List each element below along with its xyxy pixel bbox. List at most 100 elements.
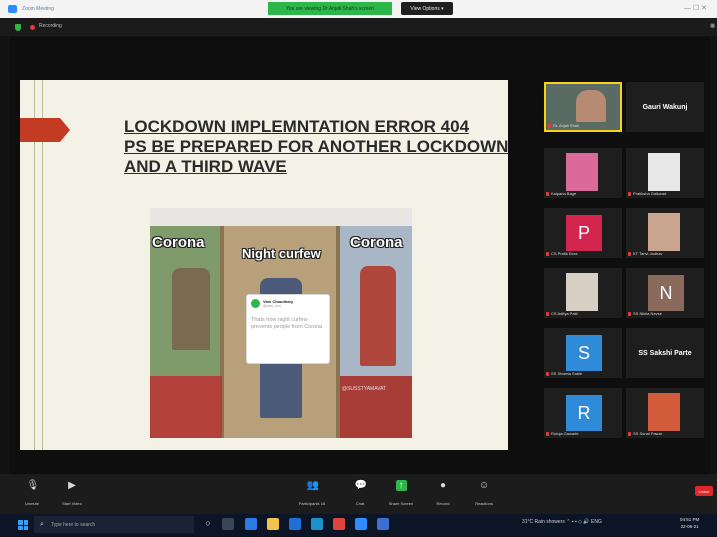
mic-muted-icon bbox=[546, 191, 549, 196]
participant-name: SS Sonal Pawar bbox=[633, 431, 663, 436]
share-screen-icon: ↑ bbox=[395, 480, 407, 491]
participant-avatar: N bbox=[648, 275, 684, 311]
participant-photo bbox=[648, 153, 680, 191]
recording-label: Recording bbox=[39, 23, 62, 29]
participant-name: Pratiksha Gaikwad bbox=[633, 191, 667, 196]
taskbar-clock[interactable]: 04:51 PM 22-06-21 bbox=[680, 516, 699, 530]
windows-start-icon[interactable] bbox=[18, 520, 28, 530]
view-options-button[interactable]: View Options ▾ bbox=[401, 2, 453, 15]
participant-name: Gauri Wakunj bbox=[642, 103, 688, 111]
slide-title-line-2: PS BE PREPARED FOR ANOTHER LOCKDOWN bbox=[124, 137, 508, 156]
participant-photo bbox=[648, 213, 680, 251]
chat-button[interactable]: 💬 Chat bbox=[340, 480, 380, 506]
record-button[interactable]: ● Record bbox=[423, 480, 463, 506]
participant-name: KT Tanvi Jadhav bbox=[633, 251, 663, 256]
participant-name: CS Pratik Bora bbox=[551, 251, 578, 256]
participant-tile[interactable]: N SS Nikita Nevse bbox=[626, 268, 704, 318]
mic-muted-icon bbox=[628, 191, 631, 196]
recording-dot-icon bbox=[30, 25, 35, 30]
participant-tile[interactable]: SS Sakshi Parte bbox=[626, 328, 704, 378]
share-screen-button[interactable]: ↑ Share Screen bbox=[381, 480, 421, 506]
participant-tile[interactable]: Kalpana Bage bbox=[544, 148, 622, 198]
chat-icon: 💬 bbox=[354, 480, 367, 491]
participant-tile[interactable]: Dr. Anjali Shah bbox=[544, 82, 622, 132]
mic-muted-icon bbox=[628, 311, 631, 316]
unmute-button[interactable]: 🎙 Unmute bbox=[12, 480, 52, 506]
participant-tile[interactable]: S SS Shweta Sable bbox=[544, 328, 622, 378]
meme-watermark: @SUSSTYAMAVAT bbox=[342, 386, 387, 392]
zoom-app-icon bbox=[8, 5, 17, 13]
mic-muted-icon bbox=[548, 123, 551, 128]
participants-button[interactable]: 👥 Participants 16 bbox=[292, 480, 332, 506]
screen-share-banner: You are viewing Dr Anjali Shah's screen bbox=[268, 2, 392, 15]
participant-tile[interactable]: Pratiksha Gaikwad bbox=[626, 148, 704, 198]
shared-slide: LOCKDOWN IMPLEMNTATION ERROR 404 PS BE P… bbox=[20, 80, 508, 450]
slide-title-line-3: AND A THIRD WAVE bbox=[124, 157, 287, 176]
tweet-handle: @vani_chd bbox=[263, 304, 281, 308]
slide-accent-arrow bbox=[20, 118, 70, 142]
participant-avatar: R bbox=[566, 395, 602, 431]
smiley-icon: ☺ bbox=[478, 480, 490, 491]
edge-browser-icon[interactable] bbox=[311, 518, 323, 530]
participant-name: SS Sakshi Parte bbox=[638, 349, 692, 357]
tweet-avatar bbox=[251, 299, 260, 308]
mic-muted-icon bbox=[628, 251, 631, 256]
language-indicator[interactable]: ENG bbox=[591, 519, 602, 525]
gallery-view-icon[interactable]: ▦ bbox=[710, 23, 715, 29]
participant-tile[interactable]: CS Aditya Patil bbox=[544, 268, 622, 318]
meme-label-right: Corona bbox=[350, 234, 403, 251]
leave-meeting-button[interactable]: Leave bbox=[695, 486, 713, 496]
task-view-icon[interactable] bbox=[222, 518, 234, 530]
participant-photo bbox=[566, 273, 598, 311]
meeting-info-bar bbox=[0, 18, 717, 36]
slide-title-line-1: LOCKDOWN IMPLEMNTATION ERROR 404 bbox=[124, 117, 470, 136]
participant-tile[interactable]: KT Tanvi Jadhav bbox=[626, 208, 704, 258]
mic-muted-icon bbox=[546, 251, 549, 256]
participant-name: Kalpana Bage bbox=[551, 191, 577, 196]
participant-name: CS Aditya Patil bbox=[551, 311, 578, 316]
mic-muted-icon bbox=[546, 431, 549, 436]
window-controls[interactable]: — ☐ ✕ bbox=[684, 4, 707, 12]
clock-time: 04:51 PM bbox=[680, 517, 700, 522]
participant-photo bbox=[648, 393, 680, 431]
photos-app-icon[interactable] bbox=[377, 518, 389, 530]
reactions-button[interactable]: ☺ Reactions bbox=[464, 480, 504, 506]
participant-tile[interactable]: SS Sonal Pawar bbox=[626, 388, 704, 438]
mic-muted-icon bbox=[546, 311, 549, 316]
video-off-icon: ▶ bbox=[68, 480, 76, 491]
participant-photo bbox=[566, 153, 598, 191]
slide-title: LOCKDOWN IMPLEMNTATION ERROR 404 PS BE P… bbox=[124, 117, 508, 177]
zoom-window: Zoom Meeting You are viewing Dr Anjali S… bbox=[0, 0, 717, 537]
participant-name: Dr. Anjali Shah bbox=[553, 123, 580, 128]
chrome-browser-icon[interactable] bbox=[333, 518, 345, 530]
meeting-toolbar: 🎙 Unmute ▶ Start Video 👥 Participants 16… bbox=[0, 474, 717, 514]
person-figure bbox=[172, 268, 210, 350]
cortana-icon[interactable]: ○ bbox=[202, 518, 214, 530]
start-video-button[interactable]: ▶ Start Video bbox=[52, 480, 92, 506]
file-explorer-icon[interactable] bbox=[267, 518, 279, 530]
participant-name: SS Nikita Nevse bbox=[633, 311, 662, 316]
participant-tile[interactable]: Gauri Wakunj bbox=[626, 82, 704, 132]
participant-tile[interactable]: R Rutuja Gawade bbox=[544, 388, 622, 438]
meme-image: Corona Night curfew Corona Vani Chaudhar… bbox=[150, 208, 412, 438]
participant-name: SS Shweta Sable bbox=[551, 371, 583, 376]
taskbar-search-input[interactable]: ⌕ Type here to search bbox=[34, 516, 194, 533]
system-tray[interactable]: 31°C Rain showers ⌃ ▪ ▪ ◇ 🔊 ENG bbox=[522, 519, 602, 525]
shield-icon[interactable] bbox=[15, 24, 21, 31]
participant-avatar: S bbox=[566, 335, 602, 371]
tweet-card: Vani Chaudhary @vani_chd Thats how night… bbox=[246, 294, 330, 364]
tweet-text: Thats how night curfew prevents people f… bbox=[251, 317, 323, 330]
participant-avatar: P bbox=[566, 215, 602, 251]
person-figure bbox=[360, 266, 396, 366]
mic-muted-icon: 🎙 bbox=[26, 480, 40, 491]
mic-muted-icon bbox=[546, 371, 549, 376]
participant-tile[interactable]: P CS Pratik Bora bbox=[544, 208, 622, 258]
record-icon: ● bbox=[439, 480, 447, 491]
participants-icon: 👥 bbox=[306, 480, 319, 491]
zoom-taskbar-icon[interactable] bbox=[355, 518, 367, 530]
participant-name: Rutuja Gawade bbox=[551, 431, 579, 436]
word-app-icon[interactable] bbox=[289, 518, 301, 530]
weather-widget[interactable]: 31°C Rain showers bbox=[522, 519, 565, 525]
window-title: Zoom Meeting bbox=[22, 6, 54, 12]
store-app-icon[interactable] bbox=[245, 518, 257, 530]
